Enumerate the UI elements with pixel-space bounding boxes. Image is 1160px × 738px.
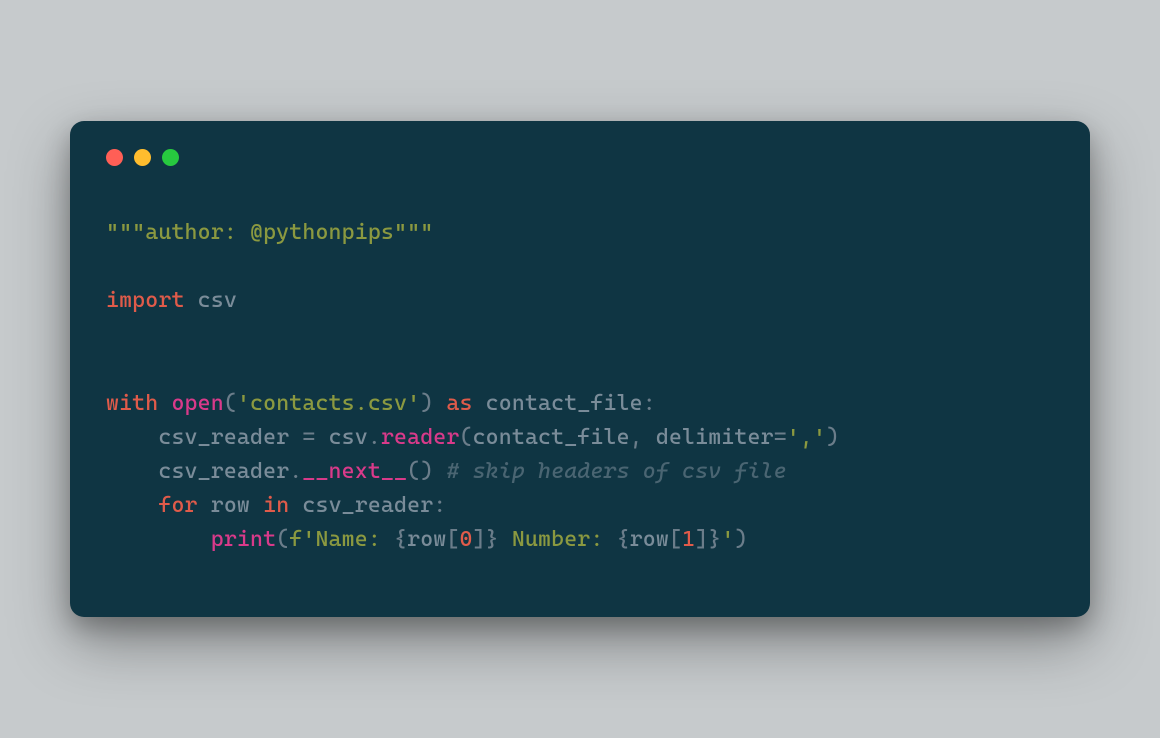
comma: ,	[630, 425, 656, 450]
paren-open: (	[224, 391, 237, 416]
indent	[106, 459, 158, 484]
string-contacts: 'contacts.csv'	[237, 391, 420, 416]
docstring-text: author: @pythonpips	[145, 220, 394, 245]
maximize-icon[interactable]	[162, 149, 179, 166]
var-csv-reader: csv_reader	[158, 459, 289, 484]
keyword-with: with	[106, 391, 158, 416]
code-window: """author: @pythonpips""" import csv wit…	[70, 121, 1090, 617]
space	[433, 391, 446, 416]
arg-contact-file: contact_file	[473, 425, 630, 450]
op-eq: =	[289, 425, 328, 450]
attr-reader: reader	[381, 425, 460, 450]
paren-close: )	[420, 391, 433, 416]
brace-open: {	[394, 527, 407, 552]
number-1: 1	[682, 527, 695, 552]
builtin-print: print	[211, 527, 276, 552]
comment-skip-headers: # skip headers of csv file	[433, 459, 786, 484]
colon: :	[433, 493, 446, 518]
dot: .	[289, 459, 302, 484]
string-quote: '	[302, 527, 315, 552]
string-comma: ','	[787, 425, 826, 450]
empty-call: ()	[407, 459, 433, 484]
traffic-lights	[106, 149, 1054, 166]
paren-open: (	[459, 425, 472, 450]
colon: :	[643, 391, 656, 416]
row-ref: row	[407, 527, 446, 552]
op-eq: =	[774, 425, 787, 450]
bracket-open: [	[669, 527, 682, 552]
paren-open: (	[276, 527, 289, 552]
brace-close: }	[708, 527, 721, 552]
csv-ref: csv	[329, 425, 368, 450]
minimize-icon[interactable]	[134, 149, 151, 166]
number-0: 0	[459, 527, 472, 552]
var-contact-file: contact_file	[473, 391, 643, 416]
string-quote: '	[721, 527, 734, 552]
keyword-for: for	[158, 493, 197, 518]
close-icon[interactable]	[106, 149, 123, 166]
builtin-open: open	[171, 391, 223, 416]
bracket-open: [	[446, 527, 459, 552]
keyword-import: import	[106, 288, 185, 313]
var-csv-reader: csv_reader	[158, 425, 289, 450]
param-delimiter: delimiter	[656, 425, 774, 450]
bracket-close: ]	[473, 527, 486, 552]
fstring-prefix: f	[289, 527, 302, 552]
indent	[106, 527, 211, 552]
brace-close: }	[486, 527, 499, 552]
keyword-as: as	[446, 391, 472, 416]
space	[158, 391, 171, 416]
row-ref: row	[630, 527, 669, 552]
fstring-name: Name:	[315, 527, 394, 552]
attr-next: __next__	[302, 459, 407, 484]
bracket-close: ]	[695, 527, 708, 552]
paren-close: )	[826, 425, 839, 450]
module-csv: csv	[185, 288, 237, 313]
code-block: """author: @pythonpips""" import csv wit…	[106, 216, 1054, 557]
dot: .	[368, 425, 381, 450]
docstring-open: """	[106, 220, 145, 245]
var-csv-reader: csv_reader	[289, 493, 433, 518]
paren-close: )	[734, 527, 747, 552]
var-row: row	[198, 493, 263, 518]
indent	[106, 425, 158, 450]
indent	[106, 493, 158, 518]
docstring-close: """	[394, 220, 433, 245]
brace-open: {	[617, 527, 630, 552]
fstring-number: Number:	[499, 527, 617, 552]
keyword-in: in	[263, 493, 289, 518]
